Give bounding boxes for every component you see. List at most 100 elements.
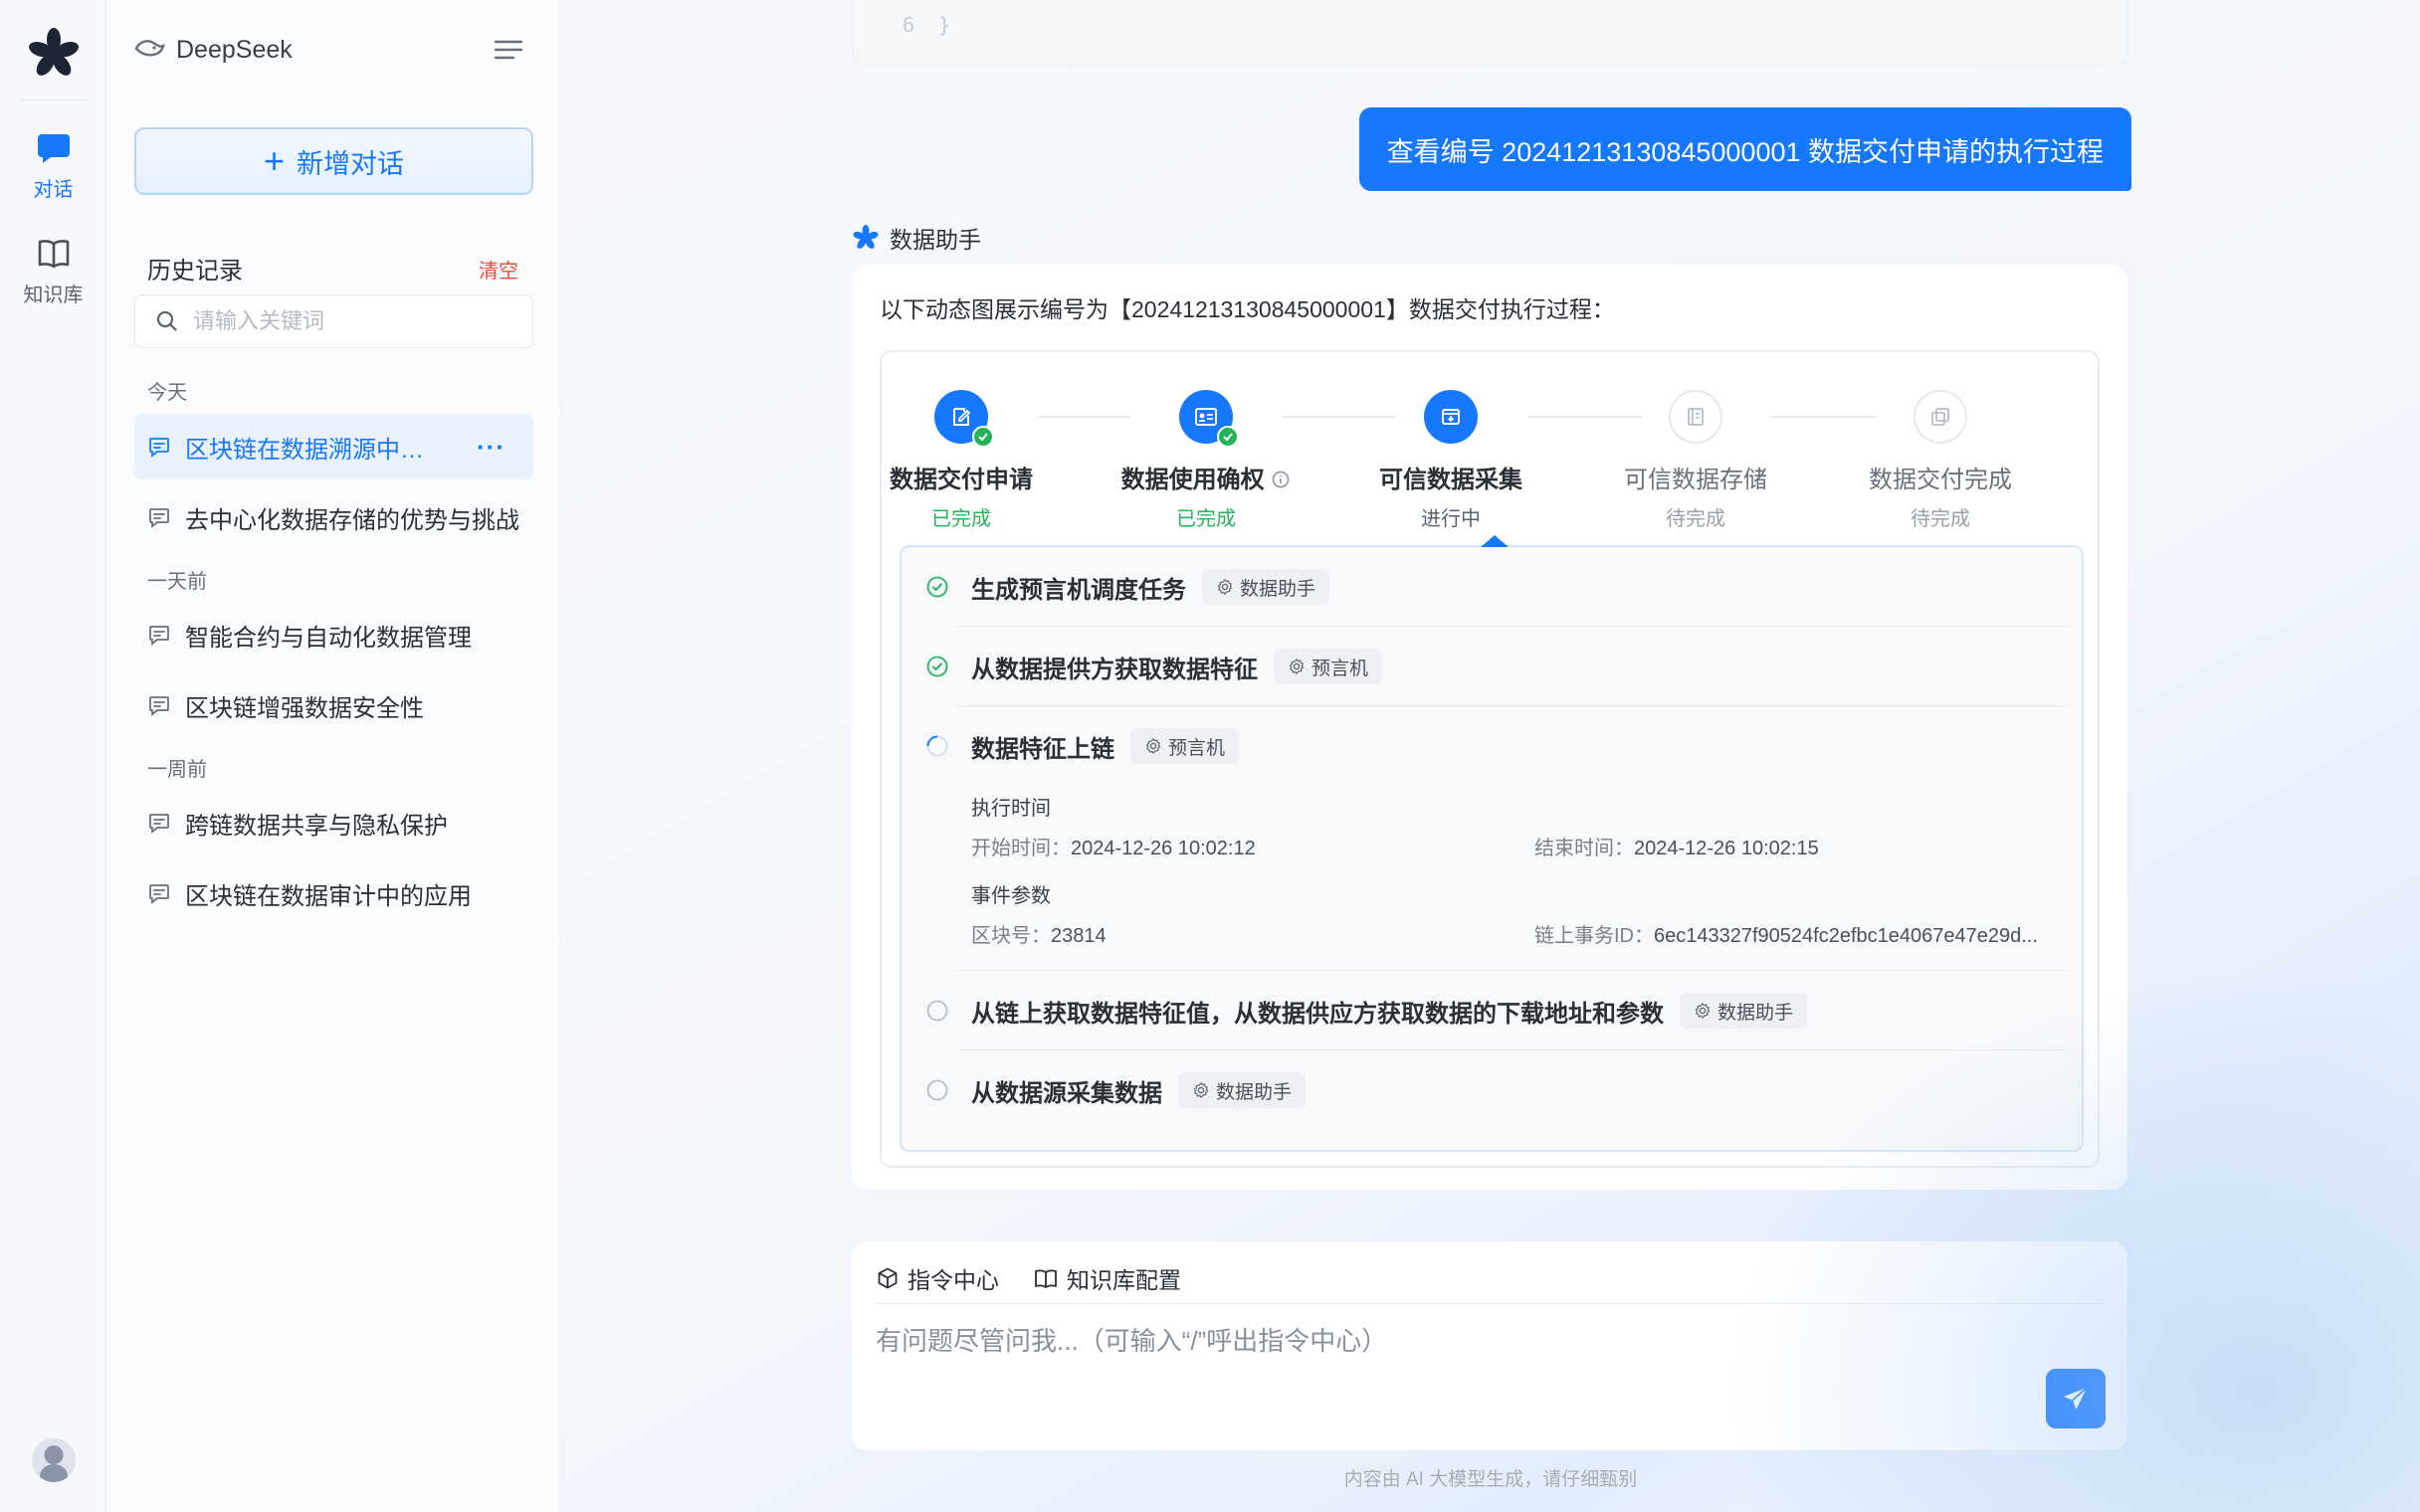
search-icon [156, 310, 177, 331]
block-number: 区块号：23814 [971, 919, 1107, 948]
step-status: 已完成 [931, 508, 991, 530]
group-one-week: 一周前 [147, 759, 207, 781]
send-button[interactable] [2046, 1369, 2106, 1428]
tx-id-value: 6ec143327f90524fc2efbc1e4067e47e29d... [1654, 925, 2038, 947]
task-item: 从数据源采集数据 数据助手 [902, 1050, 2086, 1130]
gear-icon [1193, 1082, 1209, 1098]
step-delivery-request[interactable]: 数据交付申请 已完成 [852, 390, 1071, 531]
code-block-tail: 6} [852, 0, 2127, 66]
pending-circle-icon [926, 1079, 948, 1101]
loading-spinner-icon [926, 735, 948, 757]
cube-icon [878, 1267, 898, 1289]
code-line-number: 6 [903, 13, 915, 37]
user-message: 查看编号 20241213130845000001 数据交付申请的执行过程 [1358, 107, 2131, 191]
step-name-text: 数据使用确权 [1120, 467, 1265, 493]
brand-name: DeepSeek [176, 35, 293, 64]
task-name: 从链上获取数据特征值，从数据供应方获取数据的下载地址和参数 [971, 1000, 1664, 1028]
step-circle [1914, 390, 1967, 444]
task-name: 从数据源采集数据 [971, 1079, 1162, 1107]
whale-logo-icon [134, 40, 165, 57]
message-icon [149, 884, 169, 904]
rail-divider [20, 99, 87, 100]
step-name: 数据交付完成 [1869, 467, 2012, 493]
task-item: 生成预言机调度任务 数据助手 [902, 547, 2086, 627]
gear-icon [1695, 1003, 1711, 1019]
history-item[interactable]: 区块链在数据溯源中的应用 ··· [134, 414, 533, 479]
info-icon[interactable] [1271, 470, 1291, 489]
history-item[interactable]: 去中心化数据存储的优势与挑战 [134, 484, 533, 550]
end-time-value: 2024-12-26 10:02:15 [1634, 838, 1819, 859]
step-usage-confirmation[interactable]: 数据使用确权 已完成 [1097, 390, 1315, 531]
task-tag: 预言机 [1130, 728, 1240, 764]
book-icon [38, 240, 69, 269]
chat-main: 6} 查看编号 20241213130845000001 数据交付申请的执行过程… [561, 0, 2420, 1512]
task-tag-label: 数据助手 [1216, 1081, 1293, 1103]
step-detail-panel: 生成预言机调度任务 数据助手 从数据提供方获取数据特征 预言机 数据特征上链 预… [900, 535, 2086, 1152]
step-circle [1669, 390, 1722, 444]
event-params-label: 事件参数 [971, 885, 1051, 907]
step-status: 待完成 [1666, 508, 1725, 530]
step-name: 可信数据采集 [1379, 467, 1522, 493]
input-divider [876, 1303, 2104, 1304]
kb-config-button[interactable]: 知识库配置 [1033, 1261, 1181, 1295]
rail-chat-label: 对话 [33, 179, 74, 201]
history-item[interactable]: 智能合约与自动化数据管理 [134, 602, 533, 667]
end-time: 结束时间：2024-12-26 10:02:15 [1534, 832, 1819, 860]
task-name: 从数据提供方获取数据特征 [971, 656, 1258, 683]
task-tag-label: 预言机 [1311, 658, 1369, 679]
command-center-label: 指令中心 [908, 1267, 999, 1293]
command-center-button[interactable]: 指令中心 [876, 1261, 999, 1295]
step-name: 可信数据存储 [1624, 467, 1767, 493]
message-icon [149, 626, 169, 646]
history-item-label: 跨链数据共享与隐私保护 [185, 812, 448, 840]
group-today: 今天 [147, 382, 187, 404]
start-time-label: 开始时间： [971, 838, 1071, 859]
clear-history-button[interactable]: 清空 [479, 255, 518, 284]
pending-circle-icon [926, 1000, 948, 1022]
task-name: 数据特征上链 [971, 735, 1114, 763]
history-item[interactable]: 区块链在数据审计中的应用 [134, 860, 533, 926]
block-number-label: 区块号： [971, 925, 1051, 947]
gear-icon [1145, 738, 1161, 754]
history-item-label: 去中心化数据存储的优势与挑战 [185, 506, 519, 534]
step-name: 数据交付申请 [890, 467, 1033, 493]
step-delivery-complete[interactable]: 数据交付完成 待完成 [1831, 390, 2050, 531]
history-search-input[interactable] [193, 308, 511, 334]
brand: DeepSeek [134, 32, 293, 68]
new-chat-button[interactable]: + 新增对话 [134, 127, 533, 195]
step-status: 进行中 [1421, 508, 1481, 530]
task-tag: 数据助手 [1178, 1072, 1307, 1108]
message-icon [149, 438, 169, 458]
more-options-icon[interactable]: ··· [477, 432, 505, 463]
tx-id-label: 链上事务ID： [1534, 925, 1654, 947]
chat-bubble-icon [37, 134, 70, 163]
history-item-label: 区块链增强数据安全性 [185, 694, 424, 722]
rail-chat-tab[interactable]: 对话 [0, 129, 106, 202]
check-badge-icon [1217, 426, 1239, 448]
plus-icon: + [263, 140, 286, 181]
archive-download-icon [1442, 409, 1460, 425]
step-trusted-collection[interactable]: 可信数据采集 进行中 [1341, 390, 1560, 531]
gear-icon [1217, 579, 1233, 595]
book-open-icon [1035, 1269, 1057, 1288]
task-item: 从链上获取数据特征值，从数据供应方获取数据的下载地址和参数 数据助手 [902, 971, 2086, 1050]
left-rail: 对话 知识库 [0, 0, 106, 1512]
step-bar: 数据交付申请 已完成 数据使用确权 已完成 可信数据采集 进行中 可信数据存储 … [882, 352, 2102, 541]
history-item-label: 区块链在数据审计中的应用 [185, 882, 472, 910]
menu-icon[interactable] [493, 36, 524, 64]
history-title: 历史记录 [147, 258, 243, 284]
process-flow: 数据交付申请 已完成 数据使用确权 已完成 可信数据采集 进行中 可信数据存储 … [880, 350, 2100, 1168]
history-item[interactable]: 跨链数据共享与隐私保护 [134, 790, 533, 855]
step-status: 待完成 [1911, 508, 1970, 530]
gear-icon [1289, 659, 1305, 674]
step-trusted-storage[interactable]: 可信数据存储 待完成 [1586, 390, 1805, 531]
history-item[interactable]: 区块链增强数据安全性 [134, 672, 533, 738]
chat-input[interactable] [876, 1321, 1970, 1420]
task-name: 生成预言机调度任务 [971, 576, 1186, 604]
rail-kb-tab[interactable]: 知识库 [0, 235, 106, 307]
active-step-pointer [1481, 535, 1509, 547]
step-circle [934, 390, 994, 448]
message-icon [149, 696, 169, 716]
assistant-logo-icon [853, 225, 879, 249]
user-avatar[interactable] [32, 1438, 76, 1482]
